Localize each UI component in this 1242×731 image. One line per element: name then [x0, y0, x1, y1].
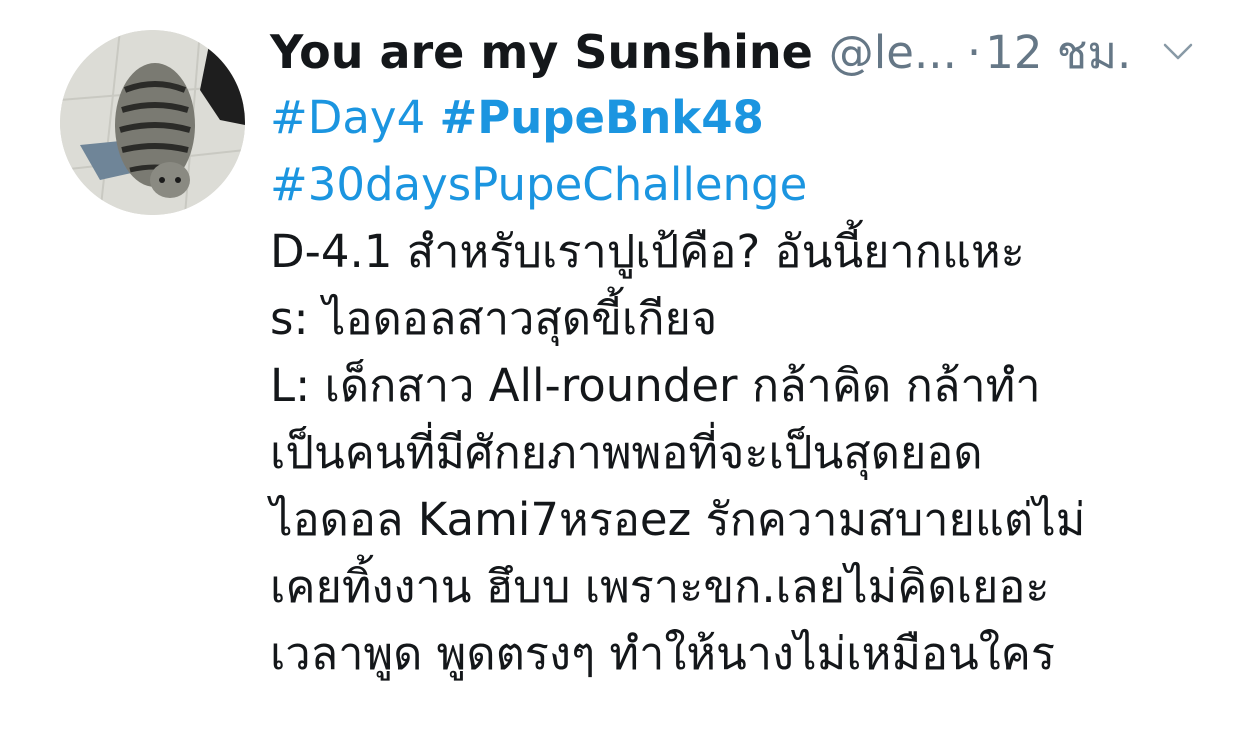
tweet-text-line: D-4.1 สำหรับเราปูเป้คือ? อันนี้ยากแหะ	[270, 225, 1025, 278]
hashtag-pupebnk48[interactable]: #PupeBnk48	[440, 91, 764, 144]
cat-photo-avatar	[60, 30, 245, 215]
tweet-text-line: เคยทิ้งงาน ฮึบบ เพราะขก.เลยไม่คิดเยอะ	[270, 560, 1050, 613]
author-handle[interactable]: @le...	[829, 26, 957, 79]
author-name[interactable]: You are my Sunshine	[270, 25, 813, 79]
chevron-down-icon[interactable]	[1161, 40, 1195, 64]
tweet-text-line: s: ไอดอลสาวสุดขี้เกียจ	[270, 292, 718, 345]
tweet-text: #Day4 #PupeBnk48 #30daysPupeChallenge D-…	[270, 84, 1210, 687]
hashtag-line: #30daysPupeChallenge	[270, 151, 1210, 218]
tweet-text-line: L: เด็กสาว All-rounder กล้าคิด กล้าทำ	[270, 359, 1041, 412]
tweet-content: You are my Sunshine @le... · 12 ชม. #Day…	[270, 22, 1210, 687]
separator-dot: ·	[966, 25, 982, 79]
tweet-text-line: เป็นคนที่มีศักยภาพพอที่จะเป็นสุดยอด	[270, 426, 983, 479]
timestamp[interactable]: 12 ชม.	[985, 16, 1131, 88]
hashtag-day4[interactable]: #Day4	[270, 91, 425, 144]
tweet-text-line: ไอดอล Kami7หรอez รักความสบายแต่ไม่	[270, 493, 1086, 546]
avatar[interactable]	[60, 30, 245, 215]
tweet: You are my Sunshine @le... · 12 ชม. #Day…	[0, 0, 1242, 731]
tweet-text-line: เวลาพูด พูดตรงๆ ทำให้นางไม่เหมือนใคร	[270, 627, 1056, 680]
hashtag-30dayspupechallenge[interactable]: #30daysPupeChallenge	[270, 158, 807, 211]
tweet-header: You are my Sunshine @le... · 12 ชม.	[270, 22, 1210, 82]
hashtag-line: #Day4 #PupeBnk48	[270, 84, 1210, 151]
